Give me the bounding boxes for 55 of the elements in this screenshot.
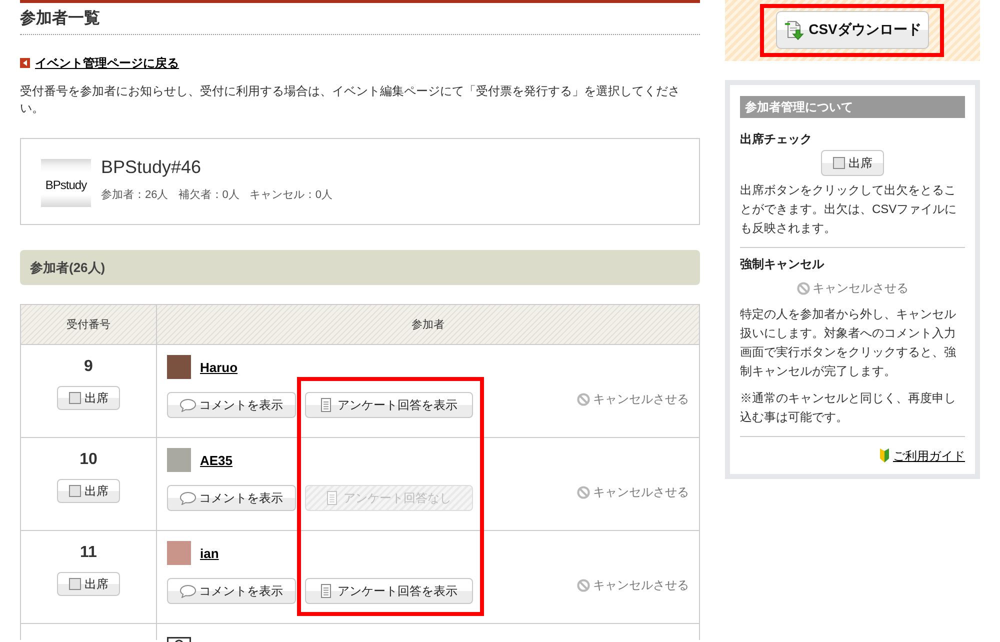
column-header: 受付番号 [21, 305, 157, 344]
cancel-link[interactable]: キャンセルさせる [796, 281, 908, 295]
file-download-icon [784, 19, 804, 41]
help-text: 出席ボタンをクリックして出欠をとることができます。出欠は、CSVファイルにも反映されます。 [740, 182, 958, 236]
receipt-number: 11 [80, 543, 97, 563]
help-subheading: 出席チェック [740, 132, 813, 146]
participant-name-link[interactable]: ian [200, 546, 219, 560]
cancel-link[interactable]: キャンセルさせる [577, 485, 689, 499]
speech-bubble-icon [180, 492, 196, 504]
event-stat: 参加者：26人 [101, 188, 168, 202]
column-header: 参加者 [410, 318, 446, 333]
survey-answer-button[interactable]: アンケート回答を表示 [305, 578, 473, 604]
csv-download-button[interactable]: CSVダウンロード [776, 11, 930, 49]
receipt-number: 10 [80, 450, 98, 470]
guide-link[interactable]: ご利用ガイド [879, 448, 965, 463]
show-comment-button[interactable]: コメントを表示 [167, 578, 296, 604]
event-stat: キャンセル：0人 [249, 188, 332, 202]
back-arrow-icon [20, 58, 30, 68]
checkbox-icon[interactable] [68, 485, 80, 497]
help-heading: 参加者管理について [740, 96, 965, 118]
help-text: 特定の人を参加者から外し、キャンセル扱いにします。対象者へのコメント入力画面で実行ボタンをクリックすると、強制キャンセルが完了します。 [740, 306, 957, 380]
back-link[interactable]: イベント管理ページに戻る [35, 56, 179, 70]
speech-bubble-icon [180, 398, 196, 412]
cancel-link[interactable]: キャンセルさせる [577, 392, 689, 406]
prohibited-icon [796, 282, 810, 294]
prohibited-icon [577, 392, 590, 406]
event-stat: 補欠者：0人 [178, 188, 240, 202]
document-icon [320, 398, 330, 412]
description-text: 受付番号を参加者にお知らせし、受付に利用する場合は、イベント編集ページにて「受付票を発行する」を選択してください。 [20, 83, 681, 117]
cancel-link[interactable]: キャンセルさせる [577, 578, 689, 592]
participant-name-link[interactable]: AE35 [200, 452, 233, 468]
receipt-number: 9 [84, 357, 93, 377]
attendance-button[interactable]: 出席 [821, 150, 884, 176]
attendance-button[interactable]: 出席 [57, 572, 120, 596]
prohibited-icon [577, 486, 590, 498]
show-comment-button[interactable]: コメントを表示 [167, 392, 296, 418]
speech-bubble-icon [180, 584, 196, 598]
help-text: ※通常のキャンセルと同じく、再度申し込む事は可能です。 [740, 390, 957, 426]
page-title: 参加者一覧 [20, 0, 700, 35]
show-comment-button[interactable]: コメントを表示 [167, 485, 296, 511]
event-title: BPStudy#46 [101, 156, 202, 178]
event-logo: BPstudy [41, 159, 91, 207]
attendance-button[interactable]: 出席 [57, 479, 120, 503]
checkbox-icon[interactable] [68, 578, 80, 590]
survey-answer-button[interactable]: アンケート回答を表示 [305, 392, 473, 418]
checkbox-icon[interactable] [68, 392, 80, 404]
document-icon [326, 491, 336, 505]
help-subheading: 強制キャンセル [740, 257, 826, 271]
prohibited-icon [577, 578, 590, 592]
checkbox-icon[interactable] [832, 157, 844, 169]
participant-name-link[interactable]: Haruo [200, 360, 238, 374]
shield-icon [879, 448, 890, 463]
attendance-button[interactable]: 出席 [57, 386, 120, 410]
document-icon [320, 584, 330, 598]
section-header: 参加者(26人) [20, 250, 700, 285]
